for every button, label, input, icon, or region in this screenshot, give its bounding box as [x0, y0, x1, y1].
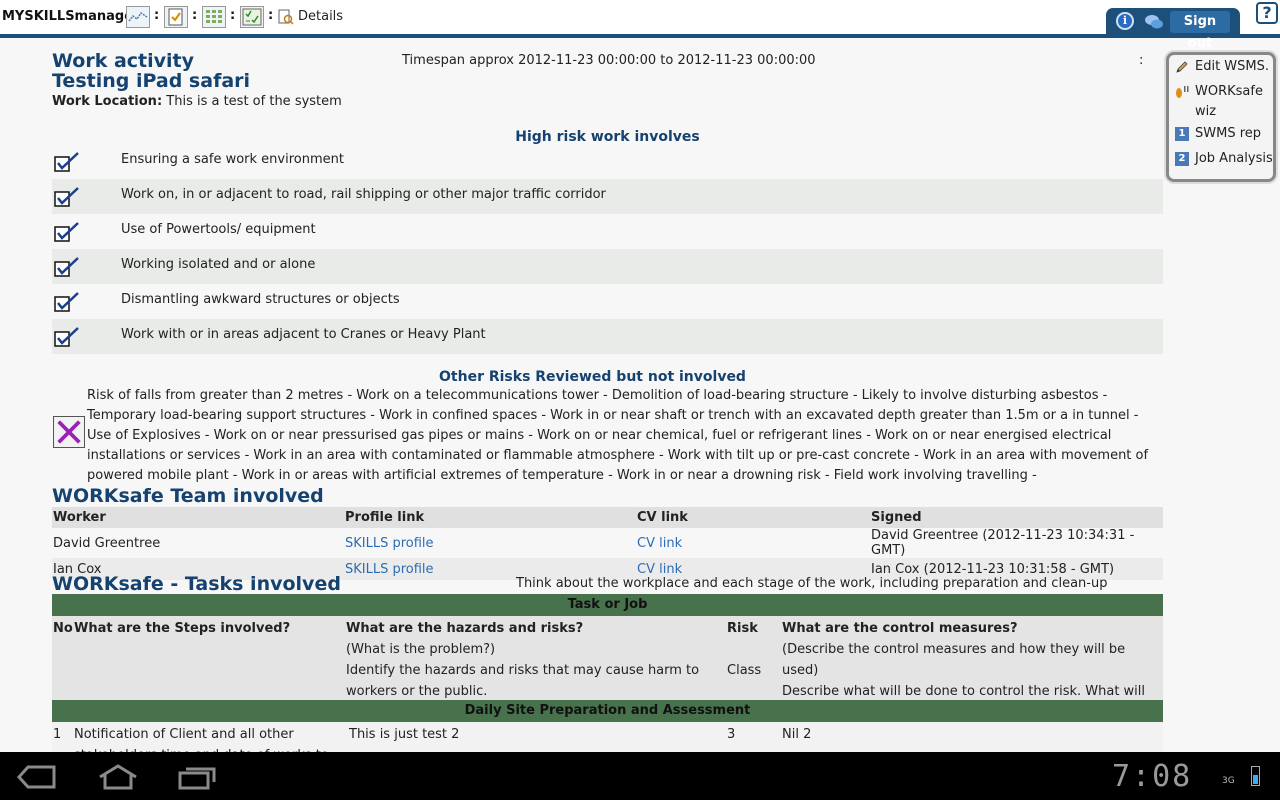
tasks-note: Think about the workplace and each stage… — [516, 576, 1108, 591]
task-step: Notification of Client and all other sta… — [74, 727, 329, 752]
column-header-hazards: What are the hazards and risks? (What is… — [346, 618, 726, 702]
work-location-value: This is a test of the system — [162, 94, 342, 109]
page-title: Work activity — [52, 50, 194, 72]
checkbox-checked-icon — [54, 222, 79, 242]
sign-out-button[interactable]: Sign out — [1170, 11, 1230, 51]
high-risk-item: Use of Powertools/ equipment — [52, 214, 1163, 249]
column-header-steps: What are the Steps involved? — [74, 621, 291, 636]
battery-level — [1253, 775, 1258, 784]
activity-name: Testing iPad safari — [52, 70, 251, 92]
column-header-worker: Worker — [52, 507, 344, 528]
timespan: Timespan approx 2012-11-23 00:00:00 to 2… — [402, 53, 816, 68]
toolbar-separator: : — [192, 8, 198, 23]
table-row: David Greentree SKILLS profile CV link D… — [52, 528, 1163, 558]
column-header-profile: Profile link — [344, 507, 636, 528]
worker-name: David Greentree — [53, 535, 161, 551]
header-colon: : — [1139, 53, 1144, 68]
swms-rep-label: SWMS rep — [1195, 126, 1262, 141]
main-content: Work activity Testing iPad safari Work L… — [52, 38, 1163, 752]
high-risk-item: Work on, in or adjacent to road, rail sh… — [52, 179, 1163, 214]
toolbar-separator: : — [230, 8, 236, 23]
details-icon[interactable] — [278, 9, 294, 25]
control-sub1: (Describe the control measures and how t… — [782, 642, 1126, 678]
app-brand[interactable]: MYSKILLSmanager — [2, 9, 139, 24]
hazards-sub2: Identify the hazards and risks that may … — [346, 663, 700, 699]
column-header-risk: Risk Class — [727, 618, 777, 681]
team-table: Worker Profile link CV link Signed David… — [52, 507, 1163, 580]
table-row: 1 Notification of Client and all other s… — [52, 722, 1163, 752]
task-risk: 3 — [727, 727, 736, 742]
job-analysis-label: Job Analysis — [1195, 151, 1273, 166]
top-toolbar: MYSKILLSmanager : : : : Details i Sign o… — [0, 0, 1280, 51]
task-hazard: This is just test 2 — [349, 727, 460, 742]
high-risk-heading: High risk work involves — [515, 129, 700, 145]
cross-icon — [53, 416, 85, 448]
number-2-icon: 2 — [1175, 152, 1189, 166]
status-clock: 7:08 — [1112, 759, 1193, 794]
task-table-header: No What are the Steps involved? What are… — [52, 616, 1163, 720]
section-bar: Daily Site Preparation and Assessment — [52, 700, 1163, 722]
high-risk-item: Working isolated and or alone — [52, 249, 1163, 284]
work-location: Work Location: This is a test of the sys… — [52, 94, 342, 109]
chart-icon[interactable] — [126, 6, 150, 28]
chat-icon[interactable] — [1143, 13, 1165, 31]
edit-wsms-label: Edit WSMS. — [1195, 59, 1270, 74]
high-risk-item-label: Use of Powertools/ equipment — [121, 222, 316, 237]
high-risk-item-label: Working isolated and or alone — [121, 257, 316, 272]
battery-icon — [1251, 766, 1260, 786]
hazards-title: What are the hazards and risks? — [346, 621, 584, 636]
checkbox-checked-icon — [54, 152, 79, 172]
risk-class-label: Class — [727, 663, 762, 678]
task-number: 1 — [53, 727, 62, 742]
checkbox-checked-icon — [54, 187, 79, 207]
column-header-cv: CV link — [636, 507, 870, 528]
pencil-icon — [1176, 61, 1188, 73]
high-risk-item: Ensuring a safe work environment — [52, 144, 1163, 179]
column-header-signed: Signed — [870, 507, 1163, 528]
tasks-heading: WORKsafe - Tasks involved — [52, 573, 341, 595]
clipboard-check-icon[interactable] — [164, 6, 188, 28]
skills-profile-link[interactable]: SKILLS profile — [344, 528, 636, 558]
high-risk-item-label: Work with or in areas adjacent to Cranes… — [121, 327, 486, 342]
grid-icon[interactable] — [202, 6, 226, 28]
high-risk-item: Dismantling awkward structures or object… — [52, 284, 1163, 319]
other-risks-heading: Other Risks Reviewed but not involved — [439, 369, 746, 385]
recent-apps-icon[interactable] — [176, 764, 220, 790]
other-risks-list: Risk of falls from greater than 2 metres… — [87, 388, 1149, 483]
worksafe-wiz-button[interactable]: WORKsafe wiz — [1173, 82, 1273, 122]
high-risk-item-label: Ensuring a safe work environment — [121, 152, 344, 167]
toolbar-separator: : — [268, 8, 274, 23]
high-risk-item-label: Work on, in or adjacent to road, rail sh… — [121, 187, 606, 202]
info-icon[interactable]: i — [1116, 12, 1134, 30]
high-risk-item-label: Dismantling awkward structures or object… — [121, 292, 400, 307]
toolbar-separator: : — [154, 8, 160, 23]
team-heading: WORKsafe Team involved — [52, 485, 324, 507]
wizard-icon — [1176, 86, 1189, 98]
work-location-label: Work Location: — [52, 94, 163, 109]
task-control: Nil 2 — [782, 727, 812, 742]
cv-link[interactable]: CV link — [636, 528, 870, 558]
signed-value: David Greentree (2012-11-23 10:34:31 - G… — [871, 528, 1135, 558]
help-icon[interactable]: ? — [1256, 2, 1278, 24]
system-nav-bar: 7:08 3G — [0, 752, 1280, 800]
control-title: What are the control measures? — [782, 621, 1018, 636]
back-icon[interactable] — [16, 764, 60, 790]
column-header-no: No — [53, 621, 73, 636]
risk-title: Risk — [727, 621, 758, 636]
team-table-header: Worker Profile link CV link Signed — [52, 507, 1163, 528]
details-link[interactable]: Details — [298, 9, 343, 24]
actions-panel: Edit WSMS. WORKsafe wiz 1 SWMS rep 2 Job… — [1166, 52, 1276, 182]
checklist-icon[interactable] — [240, 6, 264, 28]
task-or-job-bar: Task or Job — [52, 594, 1163, 616]
checkbox-checked-icon — [54, 257, 79, 277]
worksafe-wiz-label: WORKsafe wiz — [1195, 84, 1263, 119]
home-icon[interactable] — [96, 764, 140, 790]
checkbox-checked-icon — [54, 292, 79, 312]
checkbox-checked-icon — [54, 327, 79, 347]
network-indicator: 3G — [1222, 776, 1235, 786]
number-1-icon: 1 — [1175, 127, 1189, 141]
high-risk-item: Work with or in areas adjacent to Cranes… — [52, 319, 1163, 354]
hazards-sub1: (What is the problem?) — [346, 642, 496, 657]
